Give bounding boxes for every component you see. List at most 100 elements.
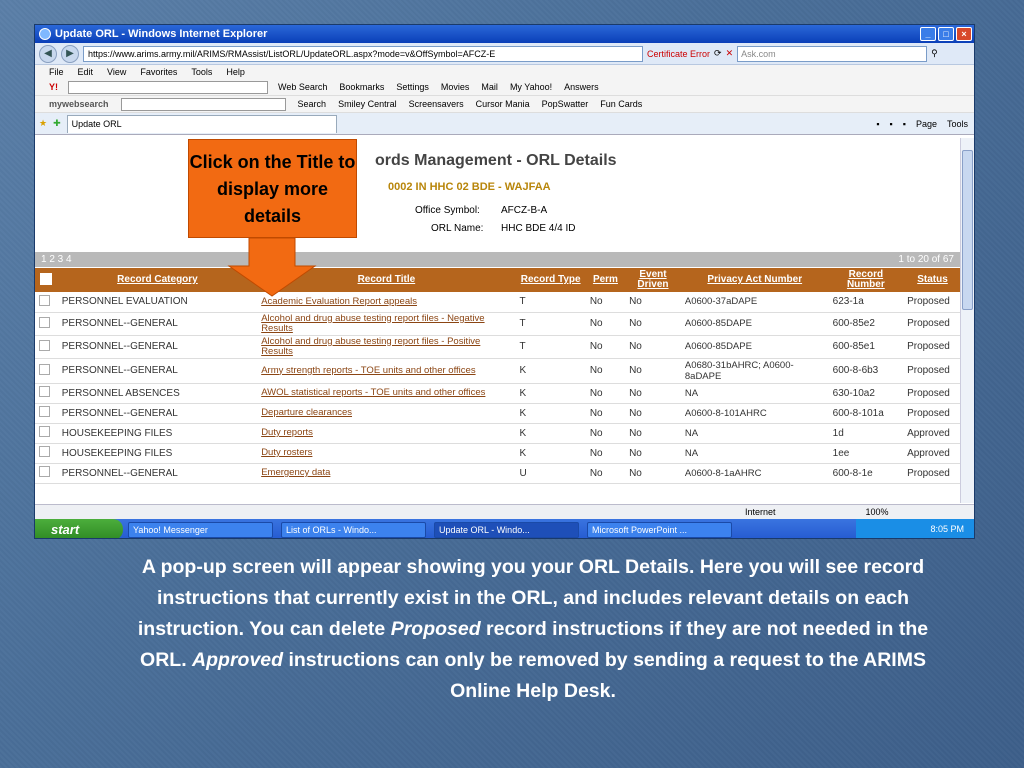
menu-item-edit[interactable]: Edit [78,67,94,77]
mws-toolbar-item[interactable]: Cursor Mania [476,99,530,109]
yahoo-toolbar-item[interactable]: Mail [481,82,498,92]
tab-update-orl[interactable]: Update ORL [66,114,337,133]
mws-toolbar-item[interactable]: Screensavers [409,99,464,109]
table-row: HOUSEKEEPING FILES Duty reports K No No NA 1d A… [35,423,960,444]
table-cell: NA [680,383,829,404]
print-icon[interactable]: ▪ [903,119,906,129]
stop-icon[interactable]: ✕ [726,48,734,59]
record-title-link[interactable]: Alcohol and drug abuse testing report fi… [257,312,516,336]
mywebsearch-toolbar: mywebsearch Search Smiley Central Screensav… [35,96,974,113]
taskbar-item[interactable]: Microsoft PowerPoint ... [587,521,732,538]
record-title-link[interactable]: Alcohol and drug abuse testing report fi… [257,335,516,359]
certificate-error[interactable]: Certificate Error [647,49,710,59]
yahoo-toolbar-item[interactable]: Bookmarks [339,82,384,92]
record-title-link[interactable]: Emergency data [257,463,516,484]
record-title-link[interactable]: Army strength reports - TOE units and ot… [257,358,516,384]
search-icon[interactable]: ⚲ [931,48,938,59]
row-checkbox[interactable] [35,358,58,384]
row-checkbox[interactable] [35,403,58,424]
forward-icon[interactable]: ▶ [61,44,79,63]
start-button[interactable]: start [35,519,123,538]
column-header[interactable]: Record Number [828,268,904,292]
address-input[interactable]: https://www.arims.army.mil/ARIMS/RMAssis… [83,45,643,62]
select-all-checkbox[interactable] [35,268,58,292]
column-header[interactable]: Status [903,268,960,292]
table-cell: No [625,335,681,359]
table-cell: T [515,292,586,313]
mws-toolbar-item[interactable]: Fun Cards [600,99,642,109]
row-checkbox[interactable] [35,383,58,404]
yahoo-toolbar-item[interactable]: My Yahoo! [510,82,552,92]
table-cell: Proposed [903,403,960,424]
yahoo-search-input[interactable] [68,80,268,94]
row-checkbox[interactable] [35,292,58,313]
table-cell: No [625,312,681,336]
refresh-icon[interactable]: ⟳ [714,48,722,59]
record-title-link[interactable]: Duty reports [257,423,516,444]
mws-toolbar-item[interactable]: Smiley Central [338,99,397,109]
table-cell: A0680-31bAHRC; A0600-8aDAPE [680,358,829,384]
menu-item-tools[interactable]: Tools [191,67,212,77]
yahoo-logo: Y! [49,82,58,92]
menu-item-help[interactable]: Help [226,67,245,77]
taskbar-item[interactable]: Update ORL - Windo... [434,521,579,538]
menu-item-favorites[interactable]: Favorites [140,67,177,77]
favorites-star-icon[interactable]: ★ [39,118,47,129]
add-favorite-icon[interactable]: ✚ [53,118,61,129]
column-header[interactable]: Event Driven [625,268,681,292]
table-cell: No [625,403,681,424]
table-cell: Approved [903,443,960,464]
record-title-link[interactable]: AWOL statistical reports - TOE units and… [257,383,516,404]
back-icon[interactable]: ◀ [39,44,57,63]
table-cell: T [515,312,586,336]
taskbar-item[interactable]: List of ORLs - Windo... [281,521,426,538]
row-checkbox[interactable] [35,443,58,464]
row-checkbox[interactable] [35,312,58,336]
menu-item-view[interactable]: View [107,67,126,77]
row-checkbox[interactable] [35,335,58,359]
ie-icon [39,28,51,40]
record-title-link[interactable]: Departure clearances [257,403,516,424]
tab-tool-page[interactable]: Page [916,119,937,129]
address-row: ◀ ▶ https://www.arims.army.mil/ARIMS/RMA… [35,43,974,65]
feeds-icon[interactable]: ▪ [890,119,893,129]
tab-tool-tools[interactable]: Tools [947,119,968,129]
row-checkbox[interactable] [35,463,58,484]
table-cell: 600-85e1 [828,335,904,359]
table-row: PERSONNEL EVALUATION Academic Evaluation … [35,292,960,313]
table-cell: PERSONNEL--GENERAL [57,312,258,336]
column-header[interactable]: Privacy Act Number [680,268,829,292]
table-cell: PERSONNEL--GENERAL [57,403,258,424]
yahoo-toolbar-item[interactable]: Web Search [278,82,327,92]
record-title-link[interactable]: Duty rosters [257,443,516,464]
column-header[interactable]: Record Type [515,268,586,292]
menu-item-file[interactable]: File [49,67,64,77]
taskbar-item[interactable]: Yahoo! Messenger [128,521,273,538]
page-title: ords Management - ORL Details [375,152,617,169]
window-title: Update ORL - Windows Internet Explorer [55,28,268,40]
mws-search-input[interactable] [120,97,286,111]
minimize-button[interactable]: _ [920,27,936,41]
mws-toolbar-item[interactable]: Search [298,99,327,109]
status-bar: Internet 100% [35,504,974,519]
search-input[interactable]: Ask.com [737,45,928,62]
row-checkbox[interactable] [35,423,58,444]
scroll-thumb[interactable] [962,150,973,310]
zoom-level[interactable]: 100% [866,507,889,517]
table-cell: No [625,463,681,484]
pager-bar: 1 2 3 4 1 to 20 of 67 [35,252,960,267]
table-cell: K [515,403,586,424]
slide-caption: A pop-up screen will appear showing you … [137,556,929,702]
yahoo-toolbar-item[interactable]: Answers [564,82,599,92]
table-cell: K [515,423,586,444]
yahoo-toolbar-item[interactable]: Movies [441,82,470,92]
yahoo-toolbar-item[interactable]: Settings [396,82,429,92]
page-links[interactable]: 1 2 3 4 [41,252,72,267]
table-cell: No [585,358,626,384]
mws-toolbar-item[interactable]: PopSwatter [542,99,589,109]
maximize-button[interactable]: □ [938,27,954,41]
vertical-scrollbar[interactable] [960,138,974,503]
column-header[interactable]: Perm [585,268,626,292]
home-icon[interactable]: ▪ [876,119,879,129]
close-button[interactable]: × [956,27,972,41]
